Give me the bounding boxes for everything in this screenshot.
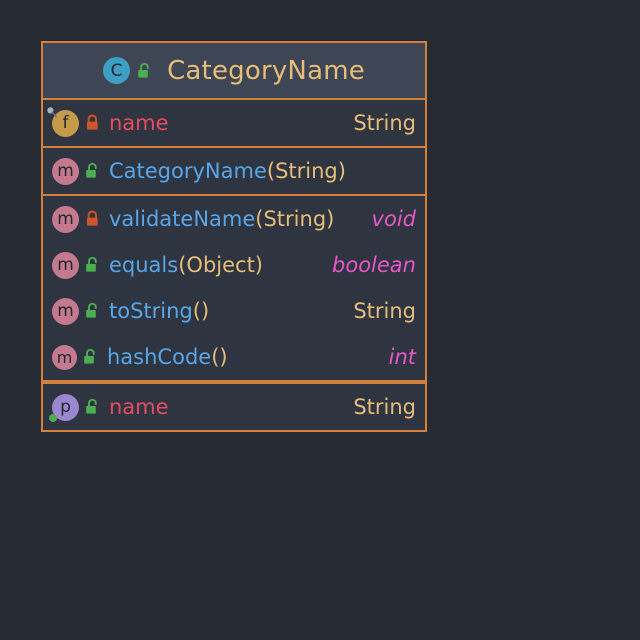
unlocked-padlock-icon xyxy=(82,348,99,366)
member-params: () xyxy=(192,299,210,323)
method-row[interactable]: m validateName(String) void xyxy=(43,196,425,242)
member-type: boolean xyxy=(332,253,416,277)
row-icons: m xyxy=(52,344,99,370)
member-params: () xyxy=(211,345,228,369)
unlocked-padlock-icon xyxy=(84,256,101,274)
row-icons: m xyxy=(52,297,101,325)
member-type: String xyxy=(353,299,416,323)
row-icons: m xyxy=(52,205,101,233)
class-header-icons: C xyxy=(103,57,153,84)
member-signature: name xyxy=(109,111,341,135)
unlocked-padlock-icon xyxy=(84,302,101,320)
row-icons: f xyxy=(47,106,101,137)
field-icon: f xyxy=(47,106,79,137)
method-icon: m xyxy=(52,205,79,233)
member-group-properties: p name String xyxy=(43,382,425,430)
method-icon: m xyxy=(52,251,79,279)
constructor-row[interactable]: m CategoryName(String) xyxy=(43,148,425,194)
method-row[interactable]: m hashCode() int xyxy=(43,334,425,380)
method-icon: m xyxy=(52,297,79,325)
method-row[interactable]: m equals(Object) boolean xyxy=(43,242,425,288)
method-icon: m xyxy=(52,344,77,370)
row-icons: p xyxy=(49,393,101,422)
member-name: toString xyxy=(109,299,193,323)
member-signature: validateName(String) xyxy=(109,207,360,231)
member-name: validateName xyxy=(109,207,256,231)
property-row[interactable]: p name String xyxy=(43,384,425,430)
member-params: (String) xyxy=(266,159,346,183)
member-group-fields: f name String xyxy=(43,100,425,148)
method-icon-letter: m xyxy=(57,255,74,275)
member-signature: hashCode() xyxy=(107,345,377,369)
locked-padlock-icon xyxy=(84,114,101,132)
diagram-canvas: C CategoryName f name String m CategoryN… xyxy=(0,0,640,640)
class-header[interactable]: C CategoryName xyxy=(43,43,425,100)
member-signature: name xyxy=(109,395,341,419)
class-icon-letter: C xyxy=(110,60,123,81)
method-icon-letter: m xyxy=(56,347,73,367)
locked-padlock-icon xyxy=(84,210,101,228)
row-icons: m xyxy=(52,251,101,279)
member-name: name xyxy=(109,395,169,419)
member-type: int xyxy=(388,345,416,369)
member-type: String xyxy=(353,111,416,135)
unlocked-padlock-icon xyxy=(84,398,101,416)
member-params: (Object) xyxy=(178,253,263,277)
uml-class-box[interactable]: C CategoryName f name String m CategoryN… xyxy=(41,41,427,432)
member-signature: CategoryName(String) xyxy=(109,159,404,183)
member-name: name xyxy=(109,111,169,135)
member-group-methods: m validateName(String) void m equals(Obj… xyxy=(43,196,425,382)
field-icon-letter: f xyxy=(62,113,69,133)
unlocked-padlock-icon xyxy=(84,162,101,180)
member-signature: toString() xyxy=(109,299,341,323)
member-params: (String) xyxy=(255,207,335,231)
method-row[interactable]: m toString() String xyxy=(43,288,425,334)
property-icon: p xyxy=(49,393,79,422)
method-icon-letter: m xyxy=(57,209,74,229)
member-group-constructors: m CategoryName(String) xyxy=(43,148,425,196)
member-signature: equals(Object) xyxy=(109,253,320,277)
class-icon: C xyxy=(103,57,131,84)
member-name: equals xyxy=(109,253,179,277)
method-icon-letter: m xyxy=(57,301,74,321)
pin-icon xyxy=(47,106,57,117)
unlocked-padlock-icon xyxy=(136,62,153,80)
member-name: hashCode xyxy=(107,345,212,369)
green-dot-icon xyxy=(49,413,57,422)
member-name: CategoryName xyxy=(109,159,267,183)
property-icon-letter: p xyxy=(60,397,71,417)
method-icon-letter: m xyxy=(57,161,74,181)
member-type: String xyxy=(353,395,416,419)
row-icons: m xyxy=(52,157,101,185)
member-type: void xyxy=(371,207,416,231)
class-name: CategoryName xyxy=(167,55,365,86)
field-row[interactable]: f name String xyxy=(43,100,425,146)
method-icon: m xyxy=(52,157,79,185)
